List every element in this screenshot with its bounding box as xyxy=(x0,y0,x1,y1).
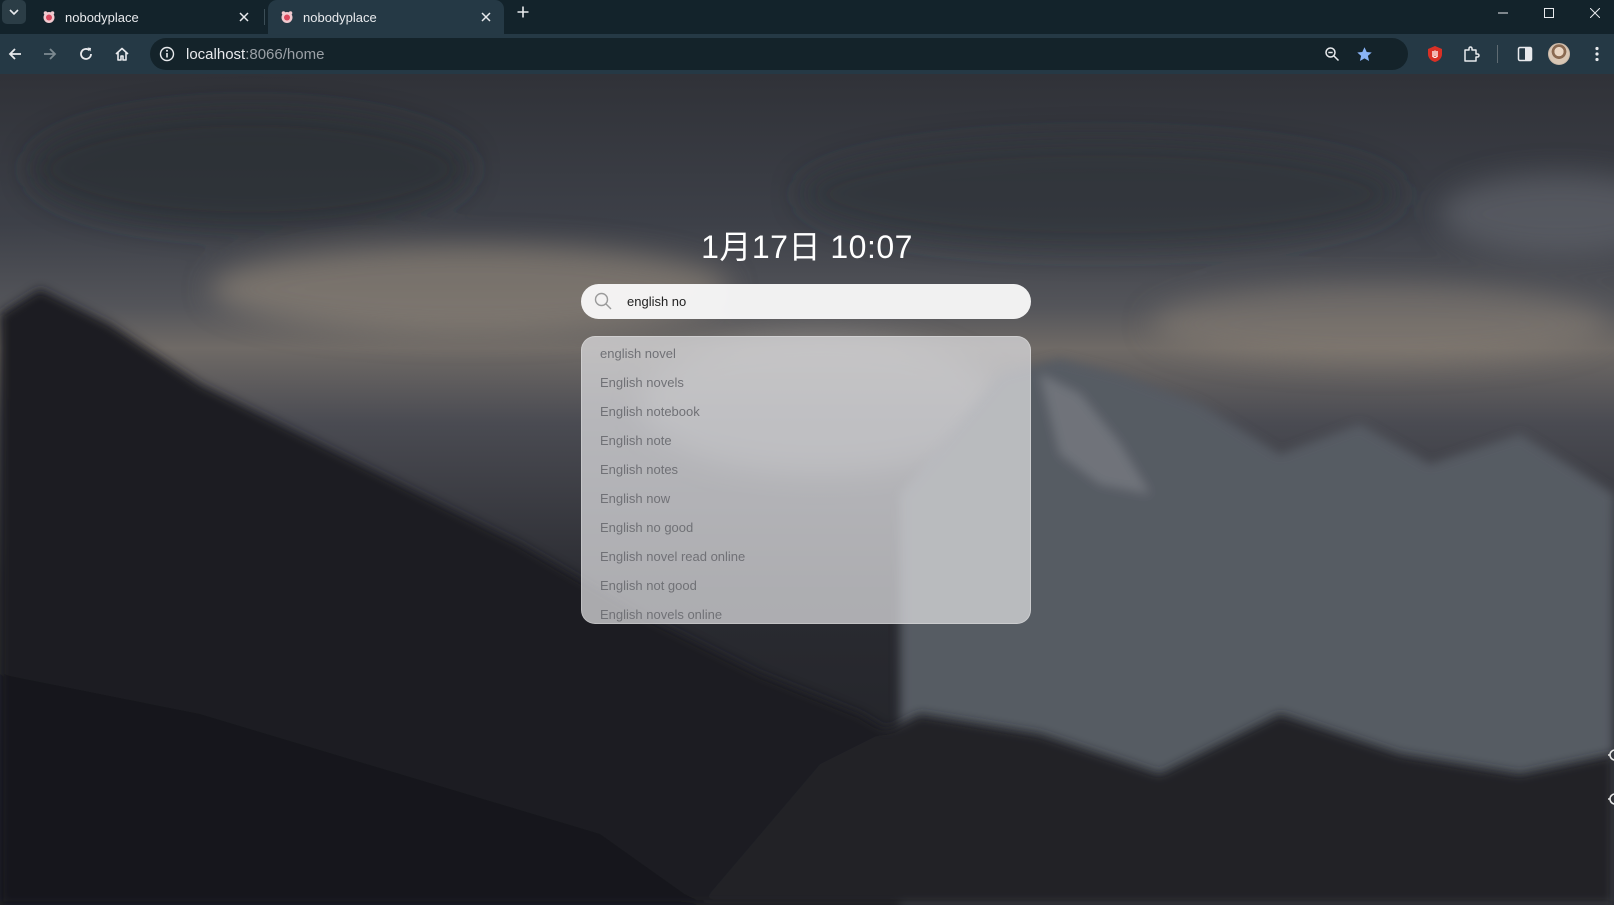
back-button[interactable] xyxy=(1,40,29,68)
suggestion-item[interactable]: English notebook xyxy=(582,398,1030,427)
reload-icon xyxy=(80,47,92,60)
close-icon[interactable] xyxy=(234,7,254,27)
maximize-icon xyxy=(1544,8,1554,18)
tab-divider xyxy=(264,9,265,25)
forward-button[interactable] xyxy=(36,40,64,68)
side-panel-icon xyxy=(1517,46,1533,62)
suggestion-item[interactable]: English now xyxy=(582,485,1030,514)
side-panel-button[interactable] xyxy=(1511,40,1539,68)
favicon-icon xyxy=(280,10,294,24)
browser-menu-button[interactable] xyxy=(1583,40,1611,68)
suggestion-item[interactable]: English novel read online xyxy=(582,543,1030,572)
suggestion-item[interactable]: English notes xyxy=(582,456,1030,485)
gear-icon[interactable] xyxy=(1606,790,1614,808)
tab-search-button[interactable] xyxy=(2,0,26,24)
extension-button[interactable] xyxy=(1421,40,1449,68)
search-input[interactable] xyxy=(627,284,1017,319)
close-icon xyxy=(1590,8,1600,18)
favicon-icon xyxy=(42,10,56,24)
tab-title: nobodyplace xyxy=(303,9,377,25)
bookmark-button[interactable] xyxy=(1352,42,1376,66)
info-icon xyxy=(159,46,175,62)
home-icon xyxy=(115,47,129,61)
tab-nobodyplace-1[interactable]: nobodyplace xyxy=(30,0,262,34)
new-tab-button[interactable] xyxy=(512,1,534,23)
clock-display: 1月17日 10:07 xyxy=(701,229,913,265)
extension-icon xyxy=(1428,46,1442,62)
menu-icon xyxy=(1595,46,1599,62)
star-icon xyxy=(1356,46,1372,61)
page-viewport: 1月17日 10:07 english novel English novels… xyxy=(0,74,1614,905)
suggestion-item[interactable]: English note xyxy=(582,427,1030,456)
search-bar[interactable] xyxy=(581,284,1031,319)
minimize-icon xyxy=(1498,12,1508,14)
url-path: :8066/home xyxy=(245,46,325,63)
forward-icon xyxy=(44,48,57,60)
gear-icon[interactable] xyxy=(1606,746,1614,764)
reload-button[interactable] xyxy=(72,40,100,68)
suggestion-item[interactable]: English not good xyxy=(582,572,1030,601)
zoom-button[interactable] xyxy=(1320,42,1344,66)
tab-strip: nobodyplace nobodyplace xyxy=(0,0,1614,34)
tab-nobodyplace-2[interactable]: nobodyplace xyxy=(268,0,504,34)
search-suggestions: english novel English novels English not… xyxy=(581,336,1031,624)
back-icon xyxy=(8,48,21,60)
chevron-down-icon xyxy=(9,9,19,16)
minimize-button[interactable] xyxy=(1480,0,1526,26)
close-icon[interactable] xyxy=(476,7,496,27)
suggestion-item[interactable]: English no good xyxy=(582,514,1030,543)
suggestion-item[interactable]: English novels online xyxy=(582,601,1030,623)
toolbar-divider xyxy=(1497,45,1498,63)
maximize-button[interactable] xyxy=(1526,0,1572,26)
tab-title: nobodyplace xyxy=(65,9,139,25)
url-host: localhost xyxy=(186,46,246,63)
search-icon xyxy=(594,292,612,310)
home-button[interactable] xyxy=(108,40,136,68)
plus-icon xyxy=(517,6,529,18)
profile-avatar[interactable] xyxy=(1548,43,1570,65)
zoom-icon xyxy=(1325,47,1340,62)
window-close-button[interactable] xyxy=(1572,0,1614,26)
url-text[interactable]: localhost:8066/home xyxy=(186,46,324,63)
browser-toolbar: localhost:8066/home xyxy=(0,34,1614,74)
address-bar[interactable]: localhost:8066/home xyxy=(150,38,1408,70)
site-info-button[interactable] xyxy=(156,43,178,65)
extensions-menu-button[interactable] xyxy=(1457,40,1485,68)
puzzle-icon xyxy=(1464,46,1480,62)
suggestion-item[interactable]: english novel xyxy=(582,340,1030,369)
suggestion-item[interactable]: English novels xyxy=(582,369,1030,398)
